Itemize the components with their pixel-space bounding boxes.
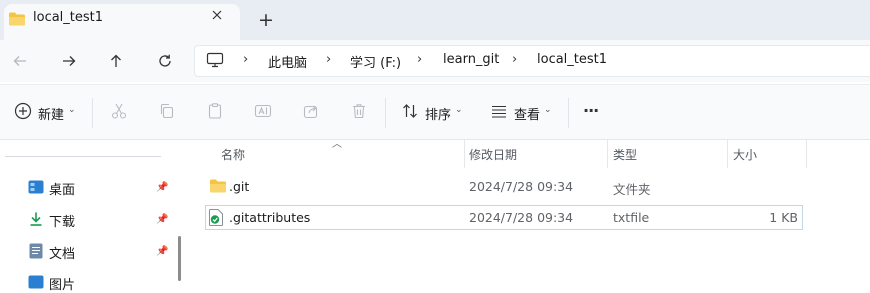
pane-divider <box>5 156 161 157</box>
trash-icon <box>353 104 365 119</box>
copy-button[interactable] <box>157 101 177 121</box>
sort-label[interactable]: 排序 <box>425 104 451 123</box>
chevron-right-icon[interactable]: › <box>417 52 422 67</box>
tab-title: local_test1 <box>33 10 104 25</box>
up-button[interactable] <box>102 47 130 75</box>
file-modified: 2024/7/28 09:34 <box>469 210 574 225</box>
view-button[interactable] <box>489 101 509 121</box>
breadcrumb-this-pc[interactable]: 此电脑 <box>268 52 307 71</box>
view-list-icon <box>492 105 506 118</box>
column-divider[interactable] <box>806 140 807 168</box>
column-header-type[interactable]: 类型 <box>613 146 637 163</box>
pictures-icon <box>28 275 44 293</box>
download-icon <box>28 211 44 231</box>
file-name[interactable]: .git <box>229 179 249 194</box>
column-divider[interactable] <box>607 140 608 168</box>
copy-icon <box>160 103 174 119</box>
file-type: txtfile <box>613 210 650 225</box>
sidebar-item-desktop[interactable]: 桌面 <box>49 179 75 198</box>
sort-button[interactable] <box>400 101 420 121</box>
file-name[interactable]: .gitattributes <box>229 210 310 225</box>
delete-button[interactable] <box>349 101 369 121</box>
arrow-up-icon <box>111 54 121 67</box>
share-button[interactable] <box>301 101 321 121</box>
pin-icon[interactable]: 📌 <box>156 214 168 225</box>
sidebar-item-documents[interactable]: 文档 <box>49 243 75 262</box>
arrow-right-icon <box>63 56 76 66</box>
column-divider[interactable] <box>727 140 728 168</box>
refresh-icon <box>159 54 171 67</box>
chevron-down-icon: ⌄ <box>68 105 76 115</box>
text-file-icon <box>209 209 223 230</box>
clipboard-icon <box>208 103 222 119</box>
chevron-down-icon: ⌄ <box>544 105 552 115</box>
refresh-button[interactable] <box>151 47 179 75</box>
paste-button[interactable] <box>205 101 225 121</box>
folder-icon <box>8 11 26 31</box>
chevron-right-icon[interactable]: › <box>243 52 248 67</box>
column-header-name[interactable]: 名称 <box>221 146 245 163</box>
computer-icon <box>206 52 224 72</box>
sort-ascending-icon: ︿ <box>332 139 342 150</box>
sidebar-item-downloads[interactable]: 下载 <box>49 211 75 230</box>
desktop-icon <box>28 180 44 198</box>
share-icon <box>303 105 318 119</box>
column-header-modified[interactable]: 修改日期 <box>469 146 517 163</box>
cut-button[interactable] <box>109 101 129 121</box>
new-label[interactable]: 新建 <box>38 104 64 123</box>
folder-icon <box>209 178 227 198</box>
document-icon <box>29 243 43 263</box>
scissors-icon <box>111 103 127 119</box>
forward-button[interactable] <box>55 47 83 75</box>
breadcrumb-drive-f[interactable]: 学习 (F:) <box>350 52 401 71</box>
toolbar-divider <box>568 98 569 128</box>
file-type: 文件夹 <box>613 182 651 197</box>
breadcrumb-learn-git[interactable]: learn_git <box>443 52 499 67</box>
plus-circle-icon <box>14 102 32 120</box>
new-button[interactable] <box>13 101 33 121</box>
file-modified: 2024/7/28 09:34 <box>469 179 574 194</box>
pane-scrollbar[interactable] <box>178 236 181 281</box>
rename-button[interactable] <box>253 101 273 121</box>
view-label[interactable]: 查看 <box>514 104 540 123</box>
sidebar-item-pictures[interactable]: 图片 <box>49 274 75 293</box>
column-divider[interactable] <box>464 140 465 168</box>
new-tab-button[interactable]: + <box>255 9 277 31</box>
close-tab-button[interactable] <box>207 7 227 27</box>
arrow-left-icon <box>13 56 26 66</box>
file-size: 1 KB <box>769 210 798 225</box>
back-button[interactable] <box>6 47 34 75</box>
breadcrumb-local-test1[interactable]: local_test1 <box>537 52 607 67</box>
toolbar-divider <box>385 98 386 128</box>
chevron-down-icon: ⌄ <box>455 105 463 115</box>
chevron-right-icon[interactable]: › <box>326 52 331 67</box>
column-header-size[interactable]: 大小 <box>733 146 757 163</box>
toolbar-divider <box>92 98 93 128</box>
chevron-right-icon[interactable]: › <box>512 52 517 67</box>
more-options-button[interactable]: ··· <box>583 101 599 120</box>
pin-icon[interactable]: 📌 <box>156 246 168 257</box>
sort-icon <box>403 104 417 118</box>
rename-icon <box>254 104 272 118</box>
pin-icon[interactable]: 📌 <box>156 182 168 193</box>
